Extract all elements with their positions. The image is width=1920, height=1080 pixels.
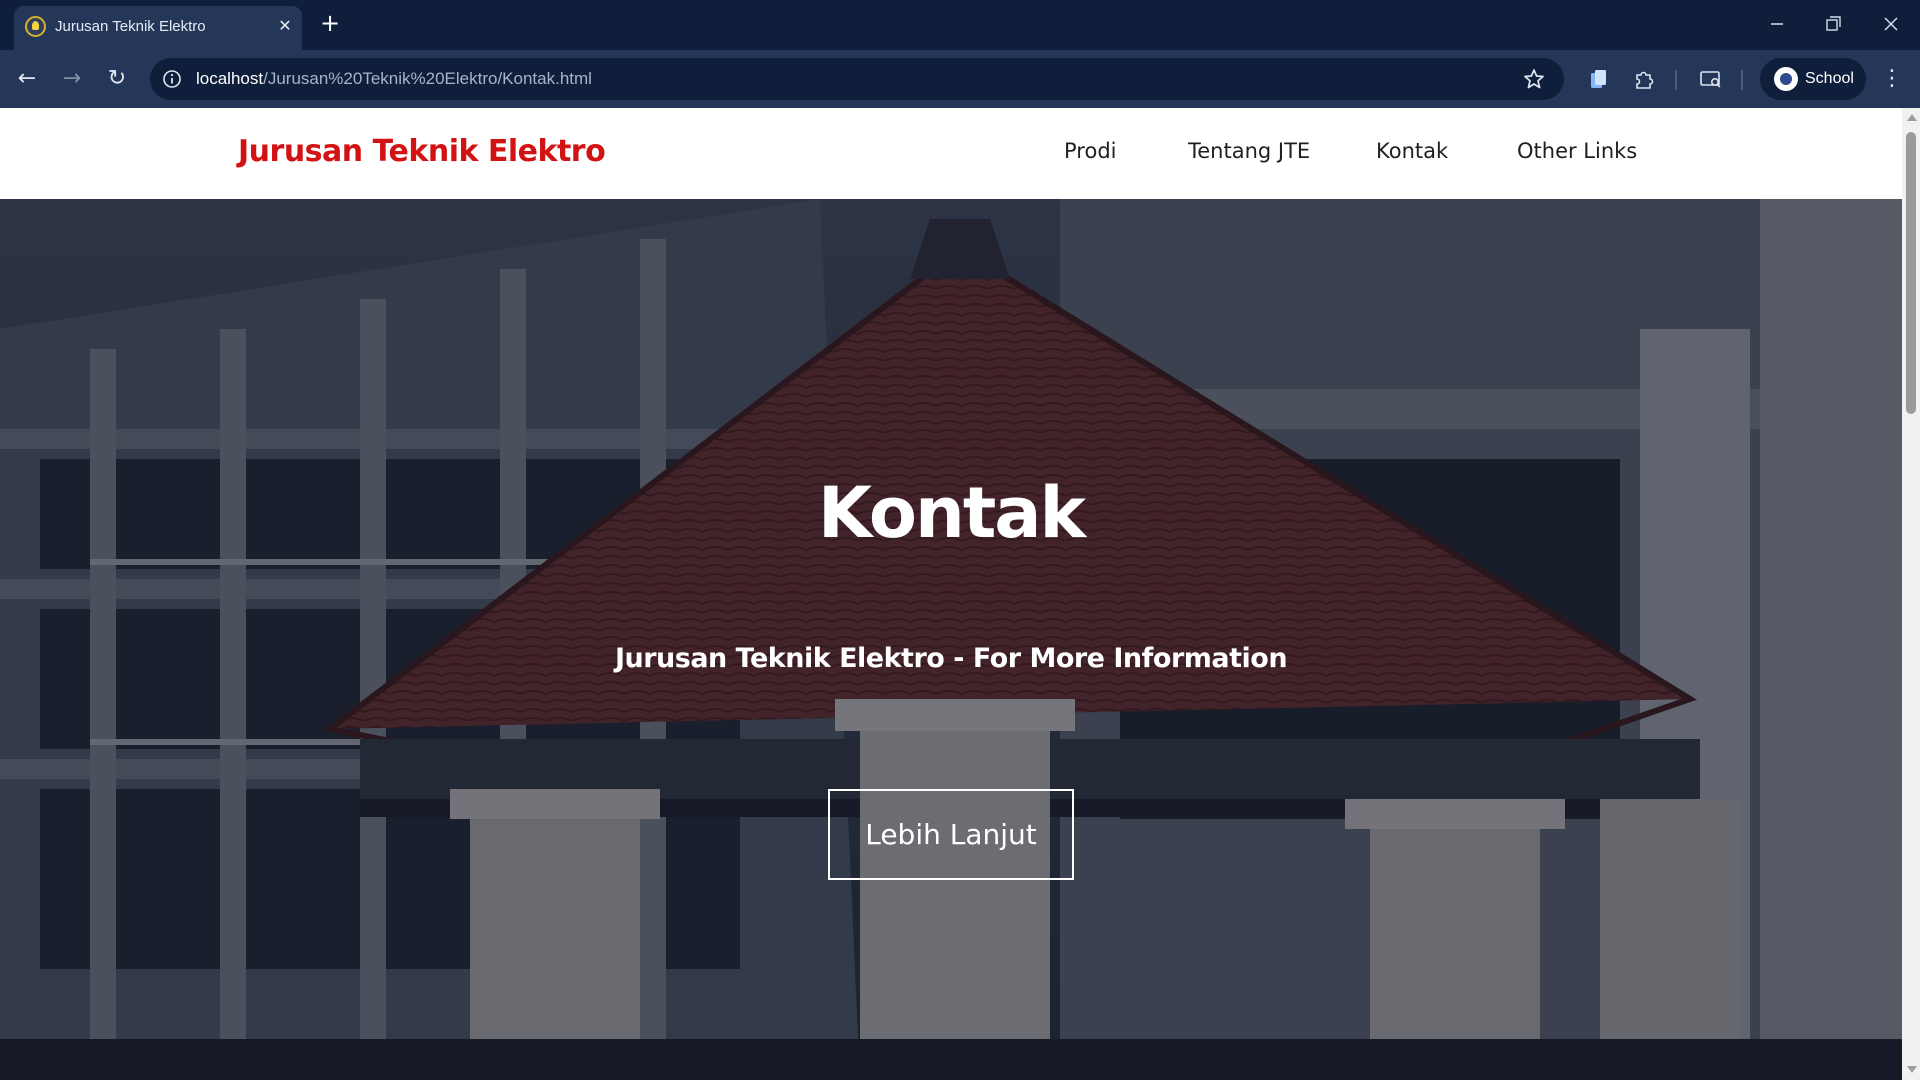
url-host: localhost	[196, 69, 264, 88]
hero-subtitle: Jurusan Teknik Elektro - For More Inform…	[614, 643, 1288, 674]
reading-mode-icon[interactable]	[1585, 66, 1611, 92]
bookmark-star-icon[interactable]	[1522, 67, 1546, 91]
scrollbar-thumb[interactable]	[1906, 132, 1916, 414]
restore-window-button[interactable]	[1818, 10, 1848, 38]
close-window-button[interactable]	[1876, 10, 1906, 38]
forward-arrow-icon[interactable]: →	[57, 64, 87, 94]
site-favicon-icon	[25, 16, 46, 37]
browser-tab-strip: Jurusan Teknik Elektro ✕ +	[0, 0, 1920, 50]
site-info-icon[interactable]	[162, 69, 182, 89]
reload-icon[interactable]: ↻	[102, 64, 132, 94]
profile-label: School	[1805, 70, 1854, 87]
browser-tab-active[interactable]: Jurusan Teknik Elektro ✕	[14, 6, 302, 50]
address-bar[interactable]: localhost/Jurusan%20Teknik%20Elektro/Kon…	[150, 58, 1564, 100]
restore-icon	[1826, 16, 1841, 31]
minimize-icon	[1771, 23, 1783, 25]
nav-link-other-links[interactable]: Other Links	[1517, 139, 1637, 163]
nav-link-kontak[interactable]: Kontak	[1376, 139, 1448, 163]
tab-search-icon[interactable]	[1698, 66, 1724, 92]
page-title: Kontak	[817, 472, 1086, 554]
site-header: Jurusan Teknik Elektro Prodi Tentang JTE…	[0, 108, 1902, 199]
toolbar-divider	[1675, 70, 1677, 90]
new-tab-button[interactable]: +	[318, 11, 342, 36]
hero-dark-overlay	[0, 199, 1902, 1080]
profile-button[interactable]: School	[1760, 58, 1866, 100]
hero-section: Kontak Jurusan Teknik Elektro - For More…	[0, 199, 1902, 1080]
nav-link-tentang-jte[interactable]: Tentang JTE	[1188, 139, 1310, 163]
lebih-lanjut-button[interactable]: Lebih Lanjut	[828, 789, 1074, 880]
site-logo-text[interactable]: Jurusan Teknik Elektro	[238, 134, 606, 169]
scroll-down-arrow-icon[interactable]	[1907, 1066, 1917, 1073]
scroll-up-arrow-icon[interactable]	[1907, 114, 1917, 121]
url-path: /Jurusan%20Teknik%20Elektro/Kontak.html	[263, 69, 592, 88]
close-icon	[1884, 17, 1898, 31]
nav-link-prodi[interactable]: Prodi	[1064, 139, 1116, 163]
page-viewport: Jurusan Teknik Elektro Prodi Tentang JTE…	[0, 108, 1920, 1080]
toolbar-divider	[1741, 70, 1743, 90]
profile-avatar-icon	[1774, 67, 1798, 91]
page-scrollbar[interactable]	[1902, 108, 1920, 1080]
browser-menu-icon[interactable]: ⋮	[1880, 64, 1904, 94]
browser-toolbar: ← → ↻ localhost/Jurusan%20Teknik%20Elekt…	[0, 50, 1920, 108]
tab-title: Jurusan Teknik Elektro	[55, 18, 206, 35]
minimize-window-button[interactable]	[1762, 10, 1792, 38]
extensions-puzzle-icon[interactable]	[1631, 66, 1657, 92]
back-arrow-icon[interactable]: ←	[12, 64, 42, 94]
url-text[interactable]: localhost/Jurusan%20Teknik%20Elektro/Kon…	[196, 69, 592, 89]
close-tab-icon[interactable]: ✕	[274, 15, 296, 37]
